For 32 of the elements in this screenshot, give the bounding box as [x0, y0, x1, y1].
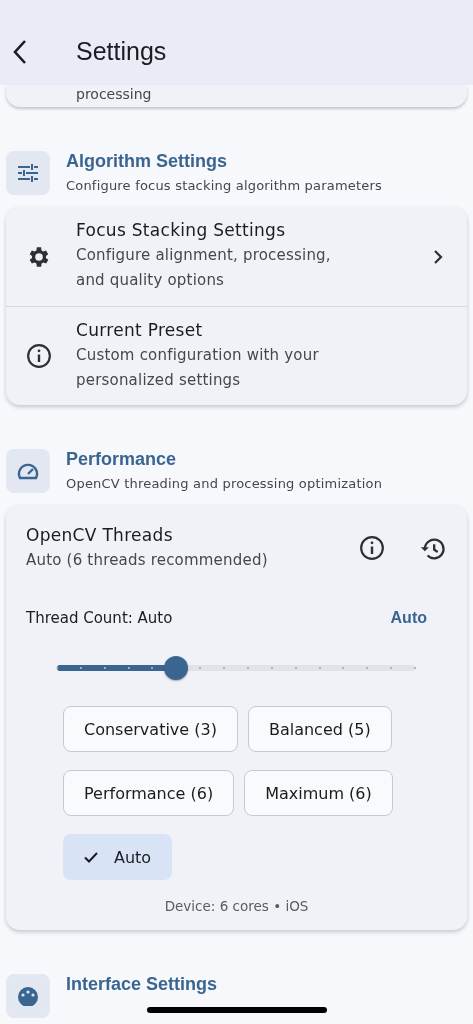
back-icon — [12, 38, 28, 65]
palette-icon — [17, 986, 39, 1006]
item-title: Focus Stacking Settings — [76, 220, 287, 240]
section-title: Interface Settings — [66, 974, 218, 995]
item-subtitle: Custom configuration with your personalized settings — [76, 344, 320, 391]
info-button[interactable] — [359, 535, 387, 563]
device-info: Device: 6 cores • iOS — [163, 898, 310, 914]
item-subtitle: processing — [76, 85, 152, 103]
info-icon — [359, 535, 385, 561]
page-title: Settings — [76, 37, 167, 66]
preset-chip[interactable]: Performance (6) — [63, 770, 235, 816]
section-title: Algorithm Settings — [66, 151, 228, 172]
thread-count-value: Auto — [390, 609, 427, 627]
settings-list-item[interactable]: Current Preset Custom configuration with your personalized settings — [6, 306, 467, 405]
gauge-icon — [17, 462, 39, 480]
item-title: Current Preset — [76, 319, 204, 340]
section-title: Performance — [66, 449, 178, 470]
info-icon — [26, 343, 52, 369]
check-icon — [84, 851, 98, 863]
settings-list-item[interactable]: Focus Stacking Settings Configure alignment, processing, and quality options — [6, 207, 467, 306]
section-subtitle: OpenCV threading and processing optimization — [66, 476, 383, 491]
preset-chip[interactable]: Maximum (6) — [244, 770, 393, 816]
item-subtitle: Configure alignment, processing, and quality options — [76, 245, 332, 291]
card-title: OpenCV Threads — [26, 525, 174, 545]
preset-chip[interactable]: Conservative (3) — [63, 706, 238, 752]
sliders-icon — [17, 164, 39, 182]
preset-chip[interactable]: Auto — [63, 834, 173, 880]
card-subtitle: Auto (6 threads recommended) — [26, 550, 269, 571]
preset-chip[interactable]: Balanced (5) — [247, 706, 392, 752]
thread-count-label: Thread Count: Auto — [26, 609, 173, 627]
section-subtitle: Configure focus stacking algorithm parameters — [66, 178, 382, 193]
slider-thumb[interactable] — [164, 656, 189, 680]
